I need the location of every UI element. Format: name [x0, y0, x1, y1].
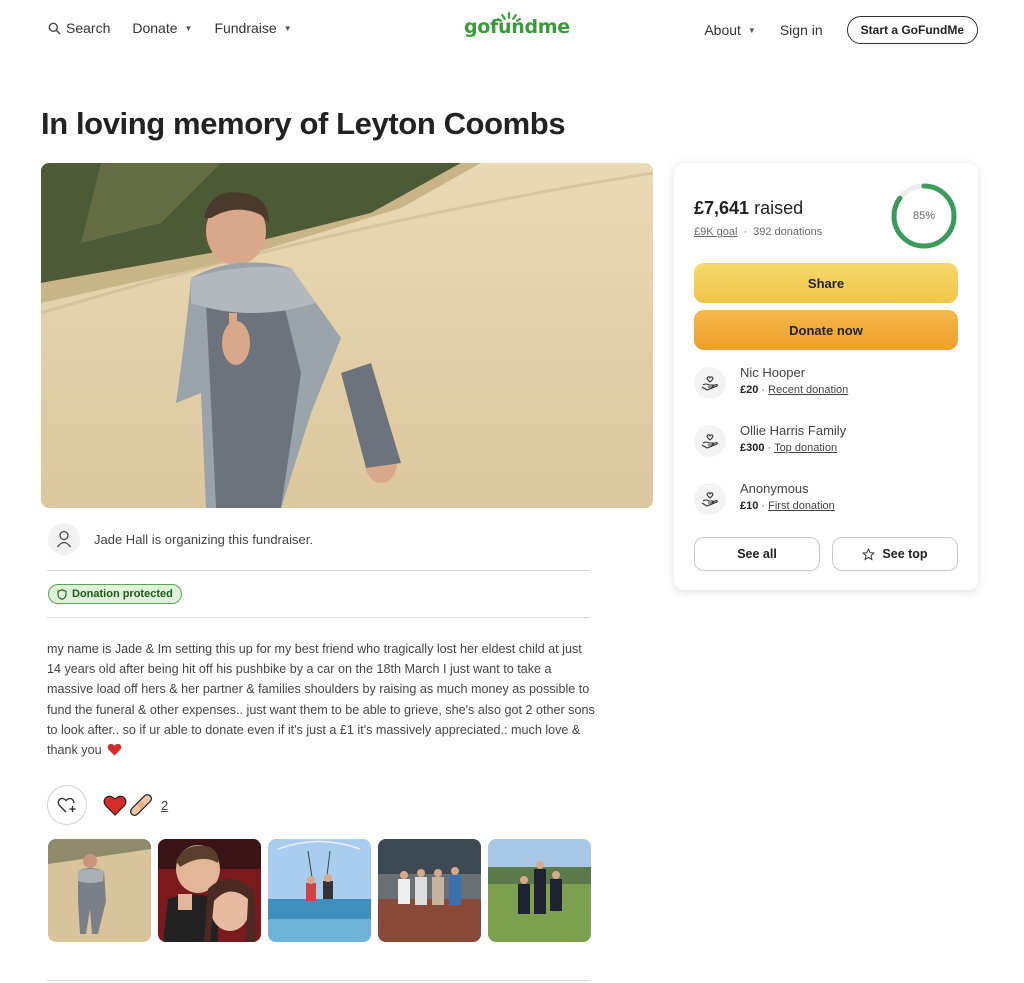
- donate-menu-label: Donate: [132, 20, 178, 36]
- story-body: my name is Jade & Im setting this up for…: [47, 642, 595, 758]
- search-label: Search: [66, 20, 111, 36]
- raised-label: raised: [754, 198, 804, 218]
- divider: [47, 980, 590, 981]
- story-text: my name is Jade & Im setting this up for…: [47, 639, 597, 760]
- organizer-row: Jade Hall is organizing this fundraiser.: [48, 523, 313, 555]
- raised-value: £7,641: [694, 198, 750, 218]
- organizer-text: Jade Hall is organizing this fundraiser.: [94, 531, 313, 547]
- react-button[interactable]: [47, 785, 87, 825]
- gallery-photo[interactable]: [488, 839, 591, 942]
- donor-item: Ollie Harris Family £300 · Top donation: [694, 423, 846, 457]
- donation-count: 392 donations: [753, 226, 823, 238]
- avatar: [48, 523, 80, 555]
- donor-amount: £20: [740, 384, 759, 396]
- donor-amount: £10: [740, 500, 759, 512]
- top-nav: Search Donate ▼ Fundraise ▼ gofundme Abo…: [0, 0, 1024, 58]
- donor-tag-link[interactable]: Top donation: [774, 442, 837, 454]
- donation-hand-icon: [694, 483, 726, 515]
- reaction-count[interactable]: 2: [161, 798, 168, 813]
- chevron-down-icon: ▼: [184, 23, 193, 33]
- reaction-icons[interactable]: [103, 793, 153, 817]
- heart-plus-icon: [57, 797, 76, 813]
- divider: [47, 570, 590, 571]
- photo-1: [48, 839, 151, 942]
- search-link[interactable]: Search: [48, 20, 110, 36]
- donor-name: Ollie Harris Family: [740, 423, 847, 438]
- donor-meta: £300 · Top donation: [740, 442, 838, 454]
- donor-name: Nic Hooper: [740, 365, 806, 380]
- photo-3: [268, 839, 371, 942]
- donor-tag-link[interactable]: Recent donation: [768, 384, 848, 396]
- progress-ring: 85%: [889, 181, 959, 251]
- star-icon: [862, 547, 876, 561]
- user-icon: [56, 530, 72, 548]
- photo-gallery: [48, 839, 591, 942]
- donor-amount: £300: [740, 442, 765, 454]
- donor-name: Anonymous: [740, 481, 809, 496]
- photo-5: [488, 839, 591, 942]
- bandage-reaction-icon: [130, 794, 152, 816]
- donate-menu[interactable]: Donate ▼: [132, 20, 192, 36]
- signin-label: Sign in: [779, 22, 823, 38]
- gallery-photo[interactable]: [268, 839, 371, 942]
- page-title: In loving memory of Leyton Coombs: [41, 106, 566, 141]
- nav-left: Search Donate ▼ Fundraise ▼: [48, 20, 292, 36]
- goal-line: £9K goal · 392 donations: [694, 226, 822, 238]
- fundraise-menu[interactable]: Fundraise ▼: [214, 20, 291, 36]
- see-top-label: See top: [882, 547, 928, 561]
- heart-emoji-icon: [107, 743, 122, 756]
- search-icon: [48, 22, 61, 34]
- photo-2: [158, 839, 261, 942]
- hero-photo: [41, 163, 653, 508]
- hero-image[interactable]: [41, 163, 653, 508]
- fundraise-menu-label: Fundraise: [214, 20, 277, 36]
- divider: [47, 617, 590, 618]
- photo-4: [378, 839, 481, 942]
- donor-meta: £20 · Recent donation: [740, 384, 849, 396]
- see-top-button[interactable]: See top: [832, 537, 958, 571]
- shield-icon: [57, 588, 67, 600]
- see-all-label: See all: [737, 547, 777, 561]
- donation-hand-icon: [694, 425, 726, 457]
- donor-item: Nic Hooper £20 · Recent donation: [694, 365, 848, 399]
- goal-link[interactable]: £9K goal: [694, 226, 737, 238]
- donation-protected-badge[interactable]: Donation protected: [48, 584, 182, 604]
- gallery-photo[interactable]: [48, 839, 151, 942]
- donor-item: Anonymous £10 · First donation: [694, 481, 835, 515]
- gofundme-logo[interactable]: gofundme: [464, 16, 570, 38]
- chevron-down-icon: ▼: [747, 25, 756, 35]
- start-gofundme-button[interactable]: Start a GoFundMe: [846, 16, 978, 44]
- raised-amount: £7,641 raised: [694, 198, 803, 219]
- separator: ·: [743, 226, 748, 238]
- reactions-row: 2: [47, 785, 168, 825]
- donor-tag-link[interactable]: First donation: [768, 500, 835, 512]
- heart-reaction-icon: [103, 795, 127, 816]
- gallery-photo[interactable]: [158, 839, 261, 942]
- badge-label: Donation protected: [72, 588, 173, 600]
- donation-hand-icon: [694, 367, 726, 399]
- about-menu[interactable]: About ▼: [704, 22, 756, 38]
- donor-meta: £10 · First donation: [740, 500, 835, 512]
- signin-link[interactable]: Sign in: [780, 22, 823, 38]
- progress-label: 85%: [912, 210, 936, 222]
- donate-now-button[interactable]: Donate now: [694, 310, 958, 350]
- share-button[interactable]: Share: [694, 263, 958, 303]
- about-menu-label: About: [704, 22, 741, 38]
- nav-right: About ▼ Sign in Start a GoFundMe: [704, 16, 978, 44]
- gallery-photo[interactable]: [378, 839, 481, 942]
- see-all-button[interactable]: See all: [694, 537, 820, 571]
- donation-card: £7,641 raised £9K goal · 392 donations 8…: [674, 163, 978, 590]
- chevron-down-icon: ▼: [283, 23, 292, 33]
